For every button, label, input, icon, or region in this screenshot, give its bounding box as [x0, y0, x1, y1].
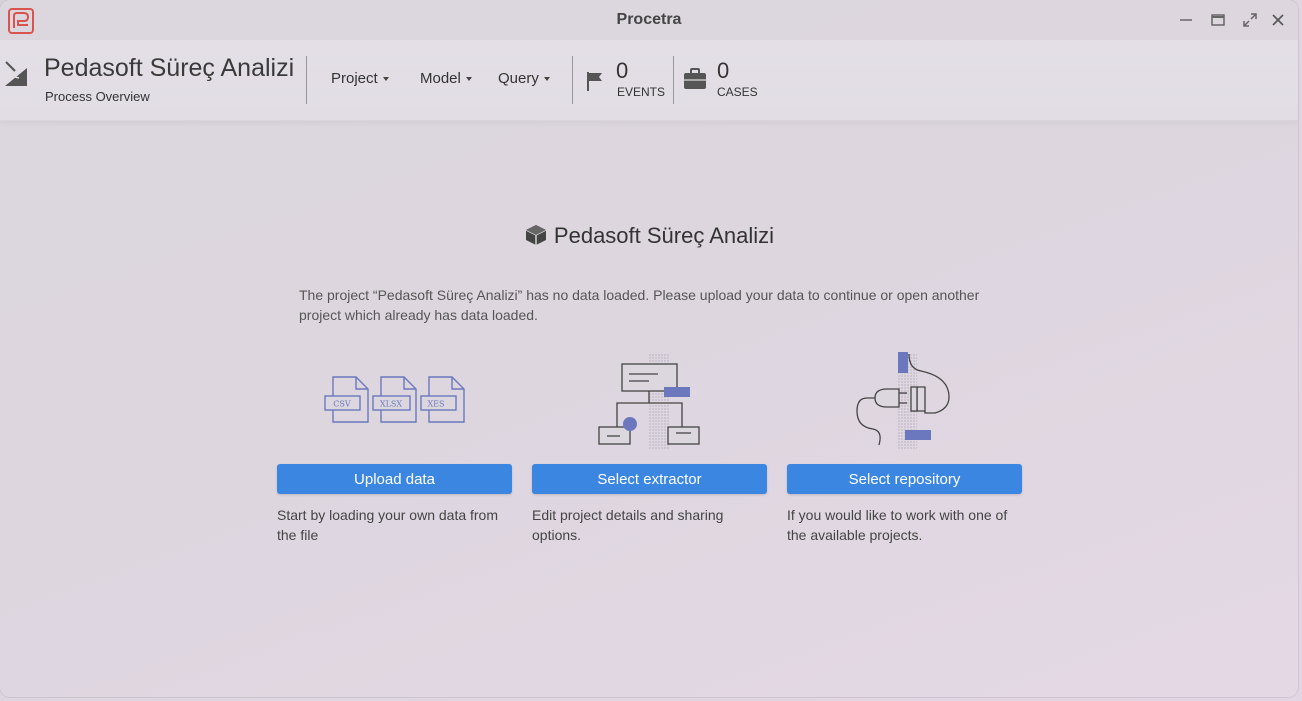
plug-illustration — [856, 352, 950, 449]
file-types-illustration: CSV XLSX XES — [324, 376, 465, 423]
main-title-text: Pedasoft Süreç Analizi — [553, 223, 775, 248]
header-bar: Pedasoft Süreç Analizi Process Overview … — [0, 40, 1298, 121]
repository-description: If you would like to work with one of th… — [787, 507, 1008, 543]
briefcase-icon — [684, 68, 706, 89]
menu-project[interactable]: Project — [331, 70, 389, 87]
fullscreen-icon[interactable] — [1241, 11, 1259, 29]
file-type-xlsx: XLSX — [380, 400, 402, 409]
events-label: EVENTS — [617, 85, 666, 99]
project-edit-icon[interactable] — [3, 58, 29, 90]
cases-count: 0 — [717, 58, 730, 83]
upload-description: Start by loading your own data from the … — [277, 507, 499, 543]
cube-icon — [525, 225, 547, 245]
app-window: Procetra Pedasoft Süreç Analizi Process … — [0, 0, 1298, 697]
upload-data-button[interactable]: Upload data — [277, 464, 512, 494]
divider — [306, 56, 307, 104]
select-repository-button[interactable]: Select repository — [787, 464, 1022, 494]
events-count: 0 — [616, 58, 629, 83]
divider — [572, 56, 573, 104]
project-subtitle: Process Overview — [45, 89, 150, 104]
menu-query-label: Query — [498, 70, 539, 87]
title-bar: Procetra — [0, 0, 1298, 40]
divider — [673, 56, 674, 104]
menu-project-label: Project — [331, 70, 378, 87]
no-data-description: The project “Pedasoft Süreç Analizi” has… — [299, 287, 980, 323]
close-icon[interactable] — [1269, 11, 1287, 29]
select-extractor-button[interactable]: Select extractor — [532, 464, 767, 494]
window-title: Procetra — [616, 11, 682, 28]
caret-down-icon — [382, 77, 389, 82]
minimize-icon[interactable] — [1177, 11, 1195, 29]
maximize-icon[interactable] — [1209, 11, 1227, 29]
extractor-description: Edit project details and sharing options… — [532, 507, 724, 543]
main-title: Pedasoft Süreç Analizi — [0, 223, 1298, 249]
file-type-xes: XES — [427, 400, 444, 409]
caret-down-icon — [465, 77, 472, 82]
menu-query[interactable]: Query — [498, 70, 550, 87]
file-type-csv: CSV — [333, 400, 351, 409]
project-name: Pedasoft Süreç Analizi — [44, 54, 295, 82]
extractor-illustration — [598, 353, 700, 449]
flag-icon — [587, 72, 602, 91]
cases-label: CASES — [717, 85, 758, 99]
menu-model-label: Model — [420, 70, 461, 87]
caret-down-icon — [543, 77, 550, 82]
menu-model[interactable]: Model — [420, 70, 472, 87]
